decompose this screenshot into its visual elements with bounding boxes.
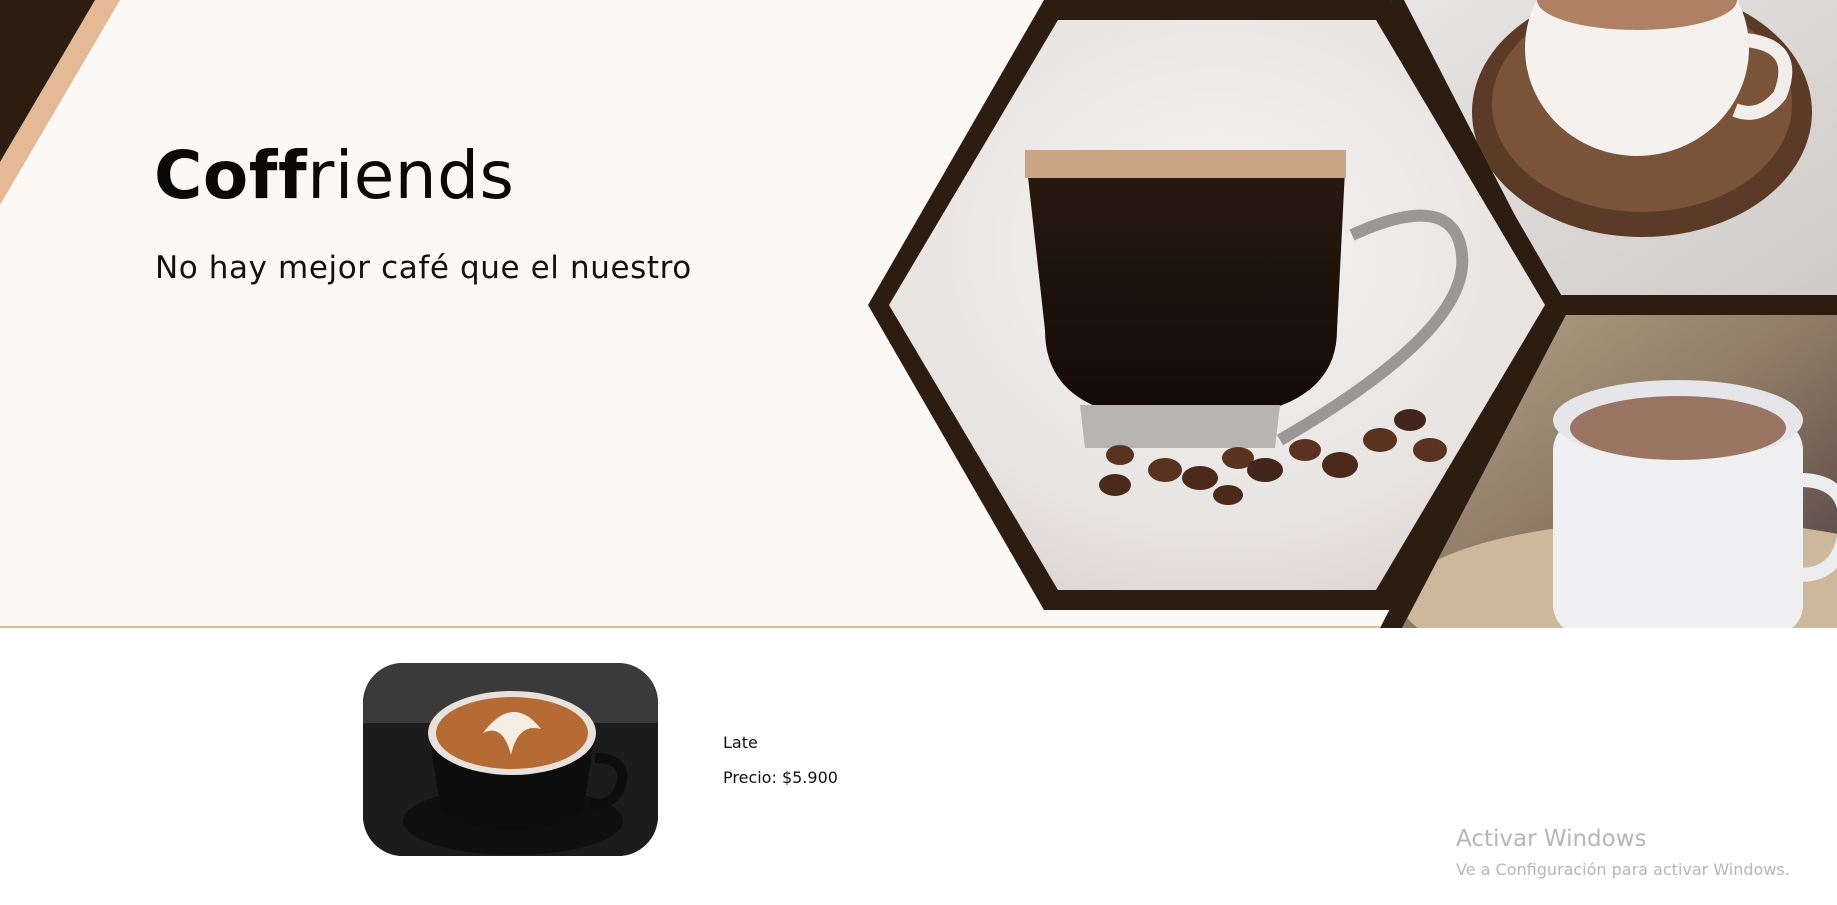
hero-image-collage [0, 0, 1837, 628]
windows-activation-subtitle: Ve a Configuración para activar Windows. [1456, 860, 1790, 879]
product-name: Late [723, 733, 758, 752]
windows-activation-title: Activar Windows [1456, 826, 1647, 852]
latte-art-cup-icon [363, 663, 658, 856]
product-price: Precio: $5.900 [723, 768, 838, 787]
hero-banner: Coffriends No hay mejor café que el nues… [0, 0, 1837, 628]
product-image-latte[interactable] [363, 663, 658, 856]
